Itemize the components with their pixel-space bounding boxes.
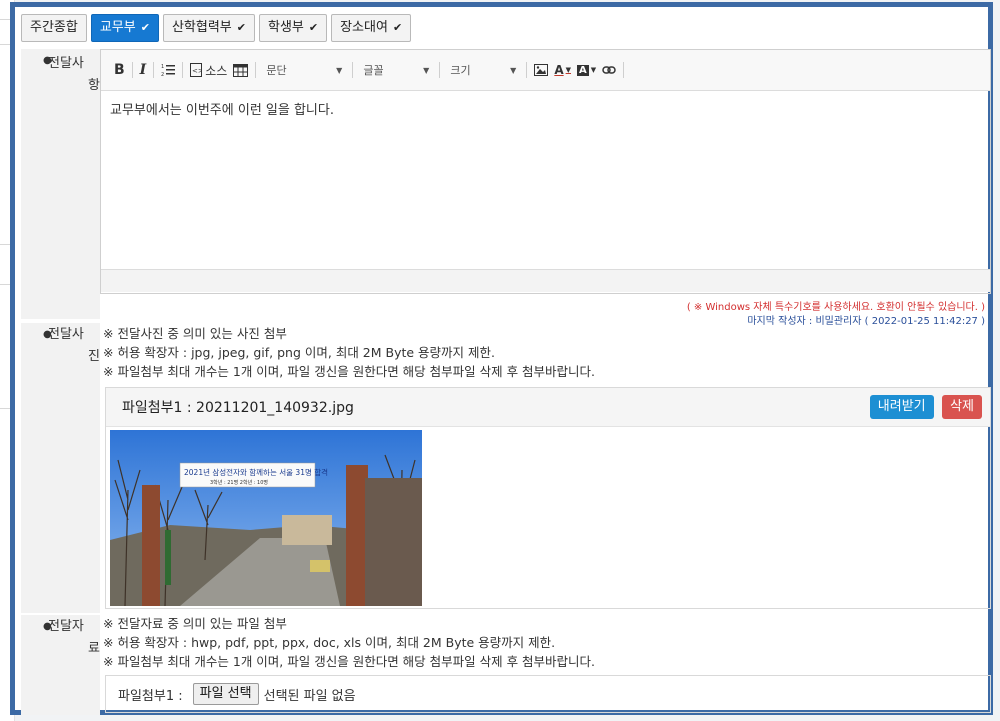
paragraph-format-select[interactable]: 문단 ▼ (260, 59, 348, 81)
editor-content[interactable]: 교무부에서는 이번주에 이런 일을 합니다. (101, 91, 990, 269)
tab-label: 학생부 (267, 20, 304, 35)
banner-sub-text: 3학년 : 21명 2학년 : 10명 (210, 479, 268, 486)
choose-file-button[interactable]: 파일 선택 (192, 683, 259, 705)
edit-modal: 주간종합 교무부 ✔ 산학협력부 ✔ 학생부 ✔ 장소대여 ✔ ● 전달사 항 … (10, 2, 993, 715)
delete-button[interactable]: 삭제 (942, 395, 982, 419)
toolbar-separator (352, 62, 354, 78)
table-button[interactable] (230, 59, 251, 81)
field-label-text: 항 (88, 78, 100, 93)
dropdown-arrow-icon: ▼ (336, 65, 343, 75)
photo-hint: ※ 파일첨부 최대 개수는 1개 이며, 파일 갱신을 원한다면 해당 첨부파일… (103, 364, 596, 379)
font-size-select[interactable]: 크기 ▼ (444, 59, 522, 81)
tab-academic-affairs[interactable]: 교무부 ✔ (90, 14, 159, 42)
check-icon: ✔ (140, 21, 150, 34)
toolbar-separator (526, 62, 528, 78)
special-char-warning: ( ※ Windows 자체 특수기호를 사용하세요. 호환이 안될수 있습니다… (686, 302, 985, 313)
image-button[interactable] (531, 59, 551, 81)
photo-hint: ※ 전달사진 중 의미 있는 사진 첨부 (103, 326, 287, 341)
field-label-photo: ● 전달사 진 (21, 323, 100, 613)
tab-label: 장소대여 (340, 20, 388, 35)
paragraph-format-label: 문단 (266, 64, 287, 77)
dropdown-arrow-icon: ▼ (510, 65, 517, 75)
font-family-select[interactable]: 글꼴 ▼ (357, 59, 435, 81)
toolbar-separator (182, 62, 184, 78)
dropdown-arrow-icon: ▼ (565, 66, 572, 74)
department-tabs: 주간종합 교무부 ✔ 산학협력부 ✔ 학생부 ✔ 장소대여 ✔ (21, 14, 412, 42)
bold-button[interactable]: B (111, 59, 128, 81)
file-selection-status: 선택된 파일 없음 (263, 688, 356, 704)
background-color-button[interactable]: A ▼ (574, 59, 599, 81)
attachment-filename: 파일첨부1 : 20211201_140932.jpg (122, 400, 354, 416)
toolbar-separator (255, 62, 257, 78)
toolbar-separator (439, 62, 441, 78)
source-label: 소스 (205, 63, 228, 78)
attachment-header: 파일첨부1 : 20211201_140932.jpg 내려받기 삭제 (106, 388, 990, 427)
italic-button[interactable]: I (137, 59, 150, 81)
toolbar-separator (153, 62, 155, 78)
editor-statusbar (101, 269, 990, 292)
check-icon: ✔ (392, 21, 403, 34)
school-gate-photo: 2021년 삼성전자와 함께하는 서울 31명 합격 3학년 : 21명 2학년… (110, 430, 422, 606)
bullet-icon: ● (43, 55, 52, 66)
background-color-label: A (577, 64, 589, 76)
field-label-text: 전달사 (48, 327, 84, 342)
source-button[interactable]: <> 소스 (187, 59, 230, 81)
rich-text-editor: B I 12 <> 소스 문단 ▼ 글꼴 ▼ 크기 ▼ A ▼ A ▼ 교무부에… (100, 49, 991, 294)
last-author-info: 마지막 작성자 : 비밀관리자 ( 2022-01-25 11:42:27 ) (747, 316, 985, 327)
banner-main-text: 2021년 삼성전자와 함께하는 서울 31명 합격 (184, 467, 328, 477)
photo-hint: ※ 허용 확장자 : jpg, jpeg, gif, png 이며, 최대 2M… (103, 345, 495, 360)
bullet-icon: ● (43, 621, 52, 632)
link-button[interactable] (599, 59, 619, 81)
tab-label: 교무부 (99, 20, 136, 35)
svg-text:2: 2 (161, 72, 164, 77)
toolbar-separator (623, 62, 625, 78)
numbered-list-button[interactable]: 12 (158, 59, 178, 81)
file-hint: ※ 전달자료 중 의미 있는 파일 첨부 (103, 616, 287, 631)
file-upload-label: 파일첨부1 : (118, 688, 183, 704)
font-family-label: 글꼴 (363, 64, 384, 77)
svg-text:1: 1 (161, 64, 164, 70)
check-icon: ✔ (236, 21, 246, 34)
check-icon: ✔ (308, 21, 319, 34)
field-label-text: 진 (88, 349, 100, 364)
photo-attachment-panel: 파일첨부1 : 20211201_140932.jpg 내려받기 삭제 2021… (105, 387, 991, 609)
file-hint: ※ 파일첨부 최대 개수는 1개 이며, 파일 갱신을 원한다면 해당 첨부파일… (103, 654, 596, 669)
svg-text:<>: <> (192, 67, 202, 75)
image-icon (534, 64, 549, 76)
dropdown-arrow-icon: ▼ (590, 66, 597, 74)
text-color-label: A (554, 63, 564, 77)
tab-label: 산학협력부 (171, 20, 232, 35)
tab-weekly-summary[interactable]: 주간종합 (21, 14, 87, 42)
field-label-text: 료 (88, 641, 100, 656)
source-icon: <> (190, 63, 203, 77)
attachment-thumbnail[interactable]: 2021년 삼성전자와 함께하는 서울 31명 합격 3학년 : 21명 2학년… (110, 430, 422, 606)
field-label-text: 전달사 (48, 56, 84, 71)
dropdown-arrow-icon: ▼ (423, 65, 430, 75)
tab-label: 주간종합 (30, 20, 78, 35)
text-color-button[interactable]: A ▼ (551, 59, 574, 81)
font-size-label: 크기 (450, 64, 471, 77)
file-hint: ※ 허용 확장자 : hwp, pdf, ppt, ppx, doc, xls … (103, 635, 556, 650)
table-icon (233, 63, 249, 77)
toolbar-separator (131, 62, 133, 78)
tab-industry-cooperation[interactable]: 산학협력부 ✔ (162, 14, 255, 42)
editor-toolbar: B I 12 <> 소스 문단 ▼ 글꼴 ▼ 크기 ▼ A ▼ A ▼ (101, 50, 990, 91)
download-button[interactable]: 내려받기 (869, 395, 934, 419)
link-icon (602, 66, 616, 74)
file-upload-row: 파일첨부1 : 파일 선택 선택된 파일 없음 (105, 675, 991, 713)
field-label-message: ● 전달사 항 (21, 49, 100, 319)
field-label-text: 전달자 (48, 619, 84, 634)
tab-student-affairs[interactable]: 학생부 ✔ (258, 14, 328, 42)
bullet-icon: ● (43, 329, 52, 340)
tab-venue-rental[interactable]: 장소대여 ✔ (331, 14, 412, 42)
field-label-file: ● 전달자 료 (21, 615, 100, 715)
numbered-list-icon: 12 (161, 64, 176, 77)
